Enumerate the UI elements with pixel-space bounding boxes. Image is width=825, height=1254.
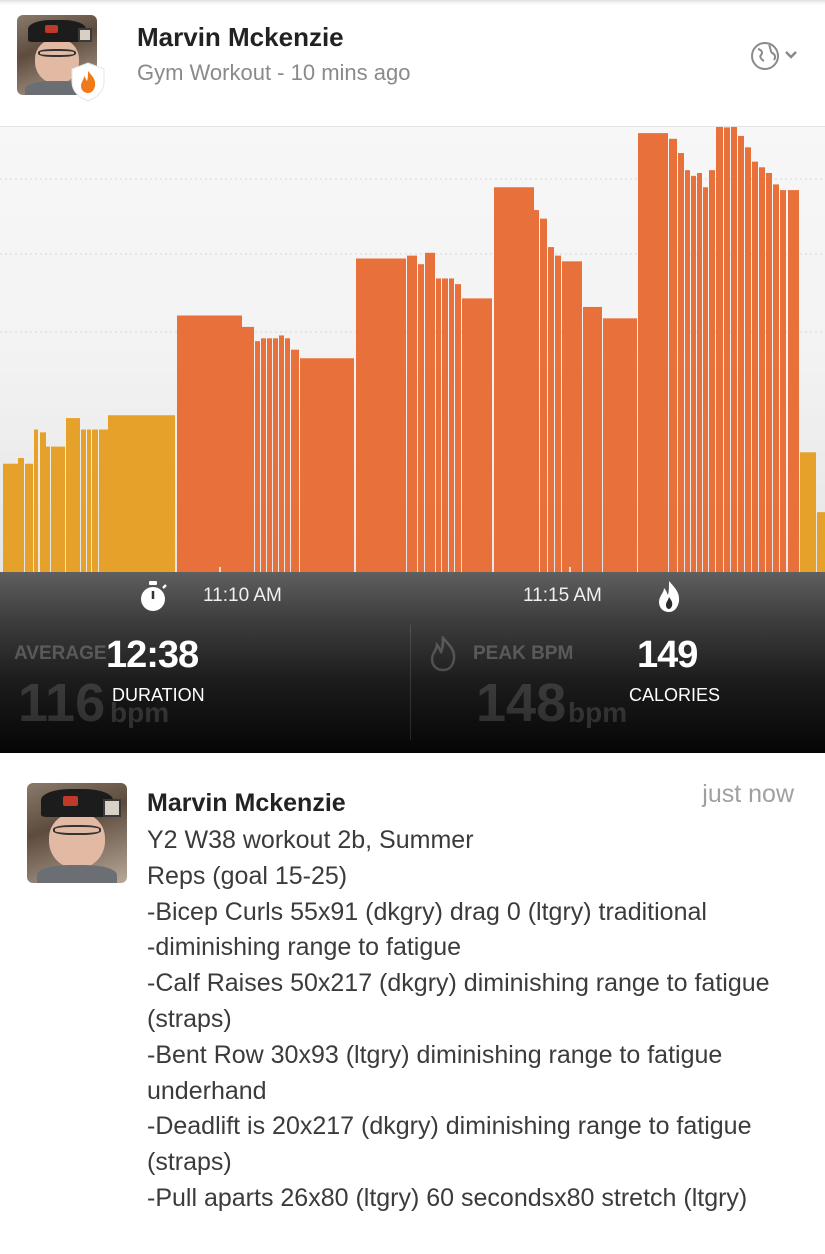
flame-shield-icon xyxy=(71,62,105,102)
heart-rate-bar xyxy=(255,341,260,572)
heart-rate-bar xyxy=(66,418,80,572)
heart-rate-bar xyxy=(3,463,11,572)
heart-rate-bar xyxy=(81,429,86,572)
heart-rate-bar xyxy=(540,218,547,572)
heart-rate-bar xyxy=(51,446,65,572)
heart-rate-bar xyxy=(25,463,33,572)
calories-value: 149 xyxy=(637,634,698,676)
heart-rate-bar xyxy=(800,452,816,572)
heart-rate-bar xyxy=(108,415,175,572)
heart-rate-bar xyxy=(534,210,539,573)
comment-item: Marvin Mckenzie just now Y2 W38 workout … xyxy=(0,753,825,1254)
commenter-name[interactable]: Marvin Mckenzie xyxy=(147,789,346,818)
heart-rate-bar xyxy=(716,127,723,572)
heart-rate-bar xyxy=(603,318,637,572)
heart-rate-bar xyxy=(18,458,24,572)
heart-rate-bar xyxy=(724,127,730,573)
heart-rate-bar xyxy=(669,138,677,573)
privacy-globe-icon[interactable] xyxy=(750,40,798,72)
heart-rate-bar xyxy=(780,190,786,572)
heart-rate-bar xyxy=(731,127,737,573)
activity-subtitle: Gym Workout - 10 mins ago xyxy=(137,60,411,85)
flame-icon xyxy=(659,581,680,612)
heart-rate-bar xyxy=(562,261,582,572)
heart-rate-bar xyxy=(449,278,454,572)
heart-rate-bar xyxy=(273,338,278,572)
stopwatch-icon xyxy=(141,581,167,611)
heart-rate-bar xyxy=(99,429,108,572)
heart-rate-bar xyxy=(92,429,98,572)
heart-rate-bar xyxy=(356,258,406,572)
heart-rate-bar xyxy=(436,278,441,572)
heart-rate-bar xyxy=(691,175,696,572)
peak-label: PEAK BPM xyxy=(473,643,574,664)
heart-rate-bar xyxy=(267,338,272,572)
heart-rate-bar xyxy=(177,315,242,572)
heart-rate-bar xyxy=(291,349,299,572)
heart-rate-bar xyxy=(583,306,602,572)
post-header: Marvin Mckenzie Gym Workout - 10 mins ag… xyxy=(0,0,825,127)
heart-rate-bar xyxy=(494,187,534,572)
calories-label: CALORIES xyxy=(629,685,721,705)
heart-rate-bar xyxy=(752,161,758,572)
x-tick-label: 11:15 AM xyxy=(523,585,602,606)
heart-rate-bar xyxy=(455,284,461,572)
x-tick-label: 11:10 AM xyxy=(203,585,282,606)
heart-rate-bar xyxy=(788,190,799,572)
heart-rate-bar xyxy=(703,187,708,572)
heart-rate-bar xyxy=(279,335,284,572)
heart-rate-bar xyxy=(548,247,554,572)
comment-text: Y2 W38 workout 2b, Summer Reps (goal 15-… xyxy=(147,826,770,1212)
heart-rate-bar xyxy=(300,358,354,572)
heart-rate-bar xyxy=(34,429,38,572)
heart-rate-bar xyxy=(442,278,448,572)
heart-rate-bar xyxy=(773,184,779,572)
heart-rate-bar xyxy=(817,512,825,572)
comment-time: just now xyxy=(702,780,794,808)
heart-rate-bar xyxy=(462,298,492,572)
average-value: 116 xyxy=(18,673,106,733)
heart-rate-bar xyxy=(745,147,751,572)
heart-rate-bar xyxy=(425,252,435,573)
commenter-avatar[interactable] xyxy=(27,783,127,883)
heart-rate-bar xyxy=(678,153,684,573)
heart-rate-bar xyxy=(709,170,715,572)
heart-rate-bar xyxy=(759,167,765,573)
heart-rate-bar xyxy=(697,173,702,572)
heart-rate-bar xyxy=(766,173,772,572)
heart-rate-bar xyxy=(261,338,266,572)
duration-value: 12:38 xyxy=(106,634,199,676)
heart-rate-bar xyxy=(40,432,46,572)
peak-value: 148 xyxy=(476,673,567,733)
duration-label: DURATION xyxy=(112,685,205,705)
heart-rate-bar xyxy=(738,135,744,572)
heart-rate-bar xyxy=(555,255,561,572)
heart-rate-bar xyxy=(87,429,91,572)
average-label: AVERAGE xyxy=(14,643,107,664)
heart-rate-bar xyxy=(242,326,254,572)
author-name[interactable]: Marvin Mckenzie xyxy=(137,22,344,53)
heart-flame-icon xyxy=(430,636,456,672)
heart-rate-bar xyxy=(407,255,417,572)
peak-unit: bpm xyxy=(568,697,628,728)
heart-rate-bar xyxy=(46,446,50,572)
heart-rate-bar xyxy=(685,170,690,572)
heart-rate-bar xyxy=(10,463,18,572)
heart-rate-bar xyxy=(418,264,424,572)
heart-rate-bar xyxy=(638,133,668,572)
stats-divider xyxy=(410,625,411,740)
heart-rate-bar xyxy=(285,338,290,572)
